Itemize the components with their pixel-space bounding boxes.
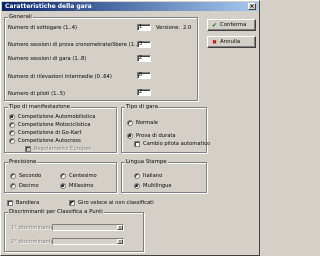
- precision-label-3: Millesimo: [69, 183, 94, 189]
- race-sessions-input[interactable]: 2: [137, 55, 151, 62]
- precision-radio-3[interactable]: [60, 183, 66, 189]
- confirm-label: Conferma: [220, 22, 247, 28]
- event-type-label-0: Competizione Automobilistica: [18, 114, 96, 120]
- general-legend: Generali: [8, 14, 33, 20]
- language-radio-0[interactable]: [134, 173, 140, 179]
- language-radio-1[interactable]: [134, 183, 140, 189]
- cross-icon: ✖: [212, 39, 218, 46]
- drivers-input[interactable]: 2: [137, 89, 151, 96]
- auto-driver-change-label: Cambio pilota automatico: [143, 141, 211, 147]
- cancel-button[interactable]: ✖ Annulla: [207, 36, 256, 48]
- event-type-group: Tipo di manifestazione Competizione Auto…: [4, 104, 117, 153]
- event-type-radio-0[interactable]: [9, 114, 15, 120]
- precision-radio-2[interactable]: [10, 183, 16, 189]
- event-type-label-3: Competizione Autocross: [18, 138, 81, 144]
- discriminants-group: Discriminanti per Classifica a Punti 1° …: [4, 209, 144, 252]
- european-rules-label: Regolamento Europeo: [34, 146, 92, 152]
- check-icon: ✔: [212, 22, 218, 29]
- precision-legend: Precisione: [8, 159, 38, 165]
- race-sessions-label: Numero sessioni di gara (1..8): [8, 56, 87, 62]
- race-type-group: Tipo di gara Normale Prova di durata Cam…: [121, 104, 211, 153]
- second-discriminant-label: 2° discriminante: [11, 239, 54, 245]
- event-type-label-2: Competizione di Go-Kart: [18, 130, 82, 136]
- precision-group: Precisione Secondo Centesimo Decimo Mill…: [4, 159, 117, 193]
- precision-label-1: Centesimo: [69, 173, 97, 179]
- window-title: Caratteristiche della gara: [5, 3, 92, 10]
- cancel-label: Annulla: [220, 39, 241, 45]
- event-type-radio-3[interactable]: [9, 138, 15, 144]
- event-type-legend: Tipo di manifestazione: [8, 104, 71, 110]
- print-language-legend: Lingua Stampe: [125, 159, 168, 165]
- race-type-radio-1[interactable]: [127, 133, 133, 139]
- precision-label-0: Secondo: [19, 173, 42, 179]
- close-button[interactable]: ×: [248, 3, 256, 10]
- fast-lap-checkbox[interactable]: ✔: [69, 200, 75, 206]
- version-label: Versione:: [156, 25, 181, 31]
- intermediate-input[interactable]: 8: [137, 72, 151, 79]
- chevron-down-icon: ▼: [117, 239, 123, 244]
- first-discriminant-label: 1° discriminante: [11, 225, 54, 231]
- precision-radio-1[interactable]: [60, 173, 66, 179]
- language-label-1: Multilingue: [143, 183, 172, 189]
- subtests-input[interactable]: 1: [137, 24, 151, 31]
- precision-radio-0[interactable]: [10, 173, 16, 179]
- race-type-legend: Tipo di gara: [125, 104, 159, 110]
- sessions-label: Numero sessioni di prova cronometrate/li…: [8, 42, 146, 48]
- chevron-down-icon: ▼: [117, 225, 123, 230]
- confirm-button[interactable]: ✔ Conferma: [207, 19, 256, 31]
- race-type-label-1: Prova di durata: [136, 133, 176, 139]
- version-value: 2.0: [183, 25, 192, 31]
- precision-label-2: Decimo: [19, 183, 39, 189]
- race-type-label-0: Normale: [136, 120, 158, 126]
- event-type-label-1: Competizione Motociclistica: [18, 122, 91, 128]
- event-type-radio-2[interactable]: [9, 130, 15, 136]
- race-type-radio-0[interactable]: [127, 120, 133, 126]
- language-label-0: Italiano: [143, 173, 163, 179]
- intermediate-label: Numero di rilevazioni intermedie (0..64): [8, 74, 112, 80]
- second-discriminant-select[interactable]: ▼: [52, 238, 124, 245]
- flag-checkbox[interactable]: [7, 200, 13, 206]
- subtests-label: Numero di sottogare (1..4): [8, 25, 78, 31]
- general-group: Generali Numero di sottogare (1..4) 1 Ve…: [4, 14, 198, 101]
- discriminants-legend: Discriminanti per Classifica a Punti: [8, 209, 104, 215]
- first-discriminant-select[interactable]: ▼: [52, 224, 124, 231]
- print-language-group: Lingua Stampe Italiano Multilingue: [121, 159, 207, 193]
- fast-lap-label: Giro veloce ai non classificati: [78, 200, 154, 206]
- event-type-radio-1[interactable]: [9, 122, 15, 128]
- title-bar[interactable]: Caratteristiche della gara ×: [2, 2, 258, 11]
- dialog-window: Caratteristiche della gara × Generali Nu…: [0, 0, 260, 256]
- sessions-input[interactable]: 3: [137, 41, 151, 48]
- flag-label: Bandiera: [16, 200, 40, 206]
- auto-driver-change-checkbox[interactable]: [134, 141, 140, 147]
- european-rules-checkbox[interactable]: [25, 146, 31, 152]
- drivers-label: Numero di piloti (1..5): [8, 91, 66, 97]
